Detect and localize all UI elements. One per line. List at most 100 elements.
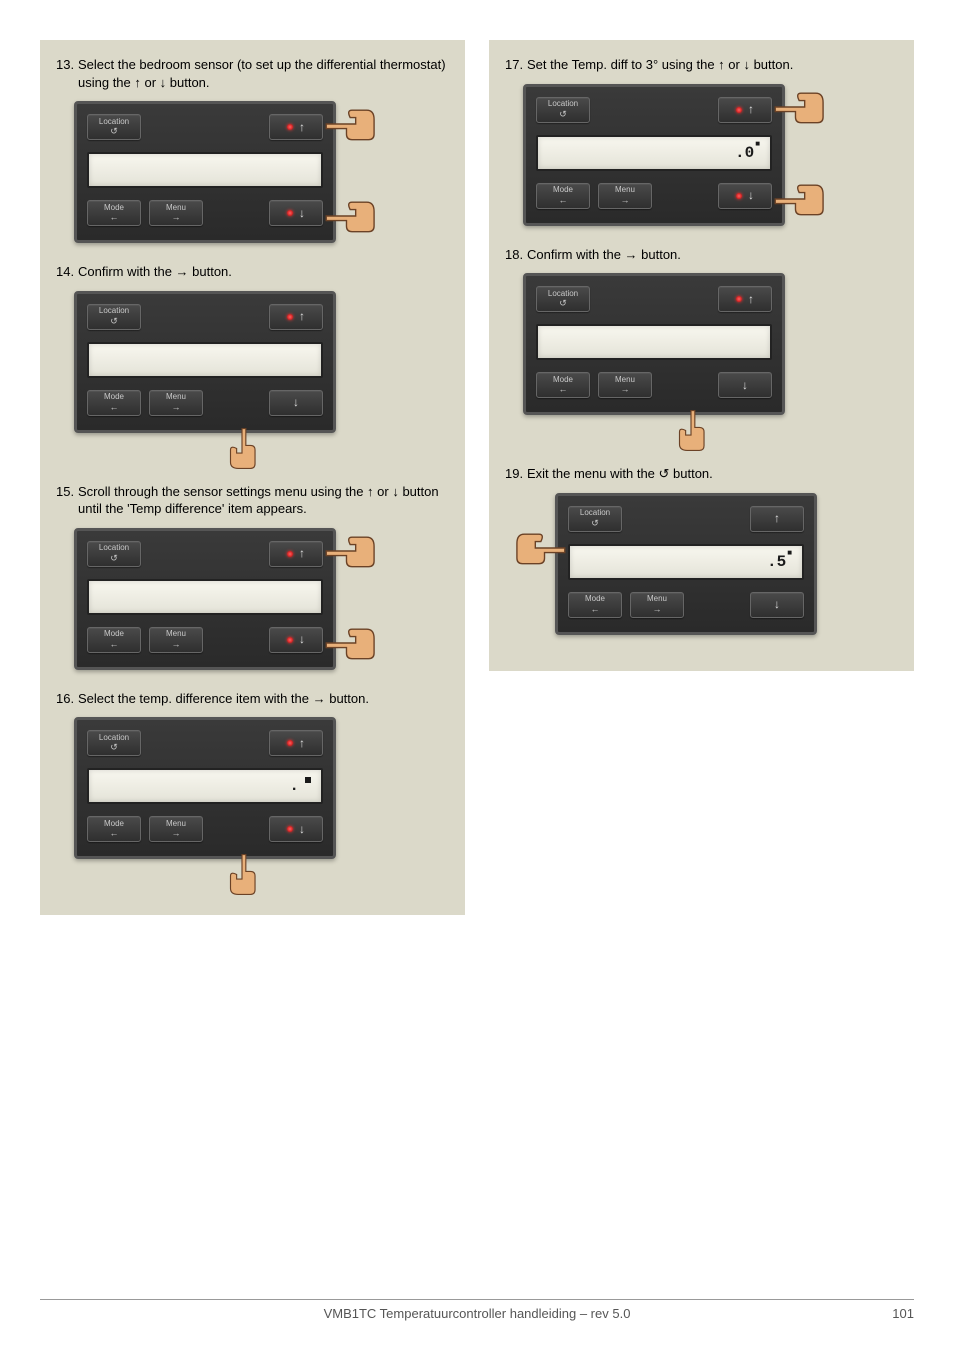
reload-icon: ↺ [110, 317, 118, 326]
menu-button[interactable]: Menu → [149, 627, 203, 653]
button-label: Mode [553, 186, 573, 194]
led-icon [736, 296, 742, 302]
led-icon [287, 826, 293, 832]
degree-icon: ■ [787, 549, 792, 558]
up-button[interactable]: ↑ [718, 97, 772, 123]
button-label: Mode [104, 204, 124, 212]
led-icon [736, 107, 742, 113]
arrow-down-icon: ↓ [293, 396, 299, 409]
arrow-left-icon: ← [591, 605, 600, 614]
lcd-text-value: .0 [735, 144, 754, 162]
lcd-display [536, 324, 772, 360]
lcd-display: .0■ [536, 135, 772, 171]
mode-button[interactable]: Mode ← [568, 592, 622, 618]
location-button[interactable]: Location ↺ [536, 97, 590, 123]
panel-18-wrap: Location ↺ ↑ Mode ← Men [523, 273, 785, 415]
down-button[interactable]: ↓ [718, 372, 772, 398]
button-label: Menu [166, 204, 186, 212]
down-button[interactable]: ↓ [269, 816, 323, 842]
step-17-text: 17. Set the Temp. diff to 3° using the ↑… [505, 56, 898, 74]
button-label: Mode [553, 376, 573, 384]
mode-button[interactable]: Mode ← [87, 816, 141, 842]
up-button[interactable]: ↑ [269, 541, 323, 567]
panel-bottom-row: Mode ← Menu → ↓ [568, 592, 804, 618]
menu-button[interactable]: Menu → [598, 183, 652, 209]
panel-bottom-row: Mode ← Menu → ↓ [87, 816, 323, 842]
step-number: 18. [505, 246, 527, 264]
down-button[interactable]: ↓ [269, 200, 323, 226]
up-button[interactable]: ↑ [718, 286, 772, 312]
page: 13. Select the bedroom sensor (to set up… [0, 0, 954, 915]
down-button[interactable]: ↓ [269, 627, 323, 653]
panel-top-row: Location ↺ ↑ [536, 286, 772, 312]
arrow-down-icon: ↓ [742, 379, 748, 392]
left-column: 13. Select the bedroom sensor (to set up… [40, 40, 465, 915]
location-button[interactable]: Location ↺ [87, 541, 141, 567]
panel-top-row: Location ↺ ↑ [87, 541, 323, 567]
led-icon [287, 551, 293, 557]
arrow-up-icon: ↑ [774, 512, 780, 525]
button-label: Location [99, 734, 129, 742]
button-label: Menu [615, 376, 635, 384]
arrow-left-icon: ← [559, 196, 568, 205]
arrow-right-icon: → [621, 385, 630, 394]
arrow-right-icon: → [172, 213, 181, 222]
arrow-down-icon: ↓ [299, 823, 305, 836]
menu-button[interactable]: Menu → [149, 816, 203, 842]
mode-button[interactable]: Mode ← [536, 183, 590, 209]
location-button[interactable]: Location ↺ [536, 286, 590, 312]
step-body: Select the bedroom sensor (to set up the… [78, 56, 449, 91]
up-button[interactable]: ↑ [269, 114, 323, 140]
button-label: Menu [166, 393, 186, 401]
down-button[interactable]: ↓ [750, 592, 804, 618]
panel-top-row: Location ↺ ↑ [87, 730, 323, 756]
panel-bottom-row: Mode ← Menu → ↓ [87, 200, 323, 226]
button-label: Mode [104, 393, 124, 401]
lcd-value: .0■ [735, 144, 760, 162]
up-button[interactable]: ↑ [750, 506, 804, 532]
arrow-up-icon: ↑ [299, 547, 305, 560]
step-number: 14. [56, 263, 78, 281]
menu-button[interactable]: Menu → [598, 372, 652, 398]
menu-button[interactable]: Menu → [149, 390, 203, 416]
button-label: Location [99, 307, 129, 315]
location-button[interactable]: Location ↺ [87, 730, 141, 756]
button-label: Location [548, 290, 578, 298]
panel-bottom-row: Mode ← Menu → ↓ [536, 372, 772, 398]
panel-top-row: Location ↺ ↑ [87, 114, 323, 140]
button-label: Menu [615, 186, 635, 194]
panel-bottom-row: Mode ← Menu → ↓ [87, 390, 323, 416]
lcd-text-value: .5 [767, 553, 786, 571]
step-body: Confirm with the → button. [527, 246, 898, 264]
panel-top-row: Location ↺ ↑ [568, 506, 804, 532]
panel-bottom-row: Mode ← Menu → ↓ [536, 183, 772, 209]
arrow-right-icon: → [172, 403, 181, 412]
mode-button[interactable]: Mode ← [87, 390, 141, 416]
down-button[interactable]: ↓ [269, 390, 323, 416]
location-button[interactable]: Location ↺ [87, 304, 141, 330]
up-button[interactable]: ↑ [269, 304, 323, 330]
right-column: 17. Set the Temp. diff to 3° using the ↑… [489, 40, 914, 671]
up-button[interactable]: ↑ [269, 730, 323, 756]
arrow-down-icon: ↓ [299, 633, 305, 646]
menu-button[interactable]: Menu → [630, 592, 684, 618]
lcd-value: . [289, 777, 311, 795]
down-button[interactable]: ↓ [718, 183, 772, 209]
arrow-up-icon: ↑ [748, 103, 754, 116]
menu-button[interactable]: Menu → [149, 200, 203, 226]
step-15-text: 15. Scroll through the sensor settings m… [56, 483, 449, 518]
reload-icon: ↺ [110, 743, 118, 752]
mode-button[interactable]: Mode ← [536, 372, 590, 398]
pointing-hand-icon [663, 409, 719, 455]
location-button[interactable]: Location ↺ [87, 114, 141, 140]
mode-button[interactable]: Mode ← [87, 200, 141, 226]
mode-button[interactable]: Mode ← [87, 627, 141, 653]
step-19-text: 19. Exit the menu with the ↺ button. [505, 465, 898, 483]
panel-bottom-row: Mode ← Menu → ↓ [87, 627, 323, 653]
arrow-down-icon: ↓ [299, 207, 305, 220]
panel-16-wrap: Location ↺ ↑ . Mode ← [74, 717, 336, 859]
pointing-hand-icon [214, 853, 270, 899]
location-button[interactable]: Location ↺ [568, 506, 622, 532]
button-label: Location [99, 118, 129, 126]
step-body: Set the Temp. diff to 3° using the ↑ or … [527, 56, 898, 74]
